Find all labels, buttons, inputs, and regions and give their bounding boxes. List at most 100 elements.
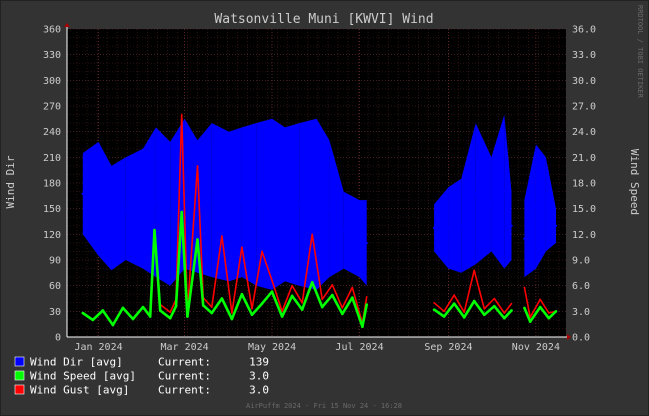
wind-gust-point xyxy=(211,306,213,308)
wind-gust-point xyxy=(241,246,243,248)
wind-dir-point xyxy=(534,205,538,208)
wind-dir-point xyxy=(474,192,477,195)
wind-dir-point xyxy=(255,203,258,206)
wind-speed-point xyxy=(101,309,105,312)
wind-gust-point xyxy=(331,284,334,286)
wind-speed-point xyxy=(91,318,95,322)
wind-speed-point xyxy=(528,320,532,323)
wind-dir-point xyxy=(460,224,463,227)
wind-speed-point xyxy=(503,316,506,320)
y2-tick-label: 15.0 xyxy=(572,204,596,215)
wind-speed-point xyxy=(186,315,189,318)
wind-speed-point xyxy=(432,308,436,311)
wind-gust-point xyxy=(169,311,172,313)
wind-speed-point xyxy=(174,304,178,308)
legend-swatch xyxy=(14,370,25,381)
wind-gust-point xyxy=(180,113,183,116)
y-tick-label: 60 xyxy=(49,281,61,292)
wind-gust-point xyxy=(351,286,354,289)
wind-dir-point xyxy=(298,203,301,206)
wind-gust-point xyxy=(271,279,273,282)
wind-dir-point xyxy=(510,224,513,227)
wind-speed-point xyxy=(111,323,115,327)
wind-gust-point xyxy=(261,250,263,253)
wind-speed-point xyxy=(168,316,172,320)
wind-gust-point xyxy=(483,307,486,310)
wind-speed-point xyxy=(196,238,199,241)
legend-label: Wind Speed [avg] xyxy=(30,370,136,383)
y2-tick-label: 0.0 xyxy=(572,333,590,344)
wind-gust-point xyxy=(510,302,513,305)
wind-dir-point xyxy=(544,203,548,206)
wind-dir-point xyxy=(554,224,558,227)
legend-label: Wind Dir [avg] xyxy=(30,356,123,369)
wind-speed-point xyxy=(153,228,156,232)
wind-dir-band-segment xyxy=(272,118,285,290)
wind-dir-point xyxy=(110,216,113,220)
wind-dir-point xyxy=(169,212,172,215)
wind-speed-point xyxy=(260,302,264,305)
wind-speed-point xyxy=(230,317,234,321)
legend-swatch xyxy=(14,384,25,395)
y-tick-label: 90 xyxy=(49,256,61,267)
y2-tick-label: 18.0 xyxy=(572,179,596,190)
rrdtool-watermark: RRDTOOL / TOBI OETIKER xyxy=(636,5,644,99)
wind-speed-point xyxy=(180,210,184,214)
wind-gust-point xyxy=(341,307,344,309)
wind-dir-point xyxy=(196,205,199,208)
wind-speed-point xyxy=(290,294,294,298)
wind-speed-point xyxy=(141,305,145,309)
y-tick-label: 270 xyxy=(43,102,61,113)
wind-dir-point xyxy=(447,226,450,230)
legend-current-value: 3.0 xyxy=(249,384,269,397)
wind-speed-point xyxy=(482,313,486,317)
legend-current-label: Current: xyxy=(158,370,211,383)
wind-gust-point xyxy=(547,312,550,314)
wind-speed-point xyxy=(300,308,304,311)
wind-dir-point xyxy=(523,237,526,240)
wind-dir-point xyxy=(283,203,287,206)
y2-tick-label: 6.0 xyxy=(572,281,590,292)
wind-gust-point xyxy=(301,301,303,304)
wind-speed-point xyxy=(538,305,542,309)
wind-gust-point xyxy=(523,286,526,289)
wind-gust-point xyxy=(453,294,455,296)
wind-gust-point xyxy=(321,298,324,301)
y-tick-label: 330 xyxy=(43,50,61,61)
y2-axis-label: Wind Speed xyxy=(628,149,641,215)
wind-speed-point xyxy=(510,309,513,312)
y-tick-label: 210 xyxy=(43,153,61,164)
wind-speed-point xyxy=(365,303,368,306)
wind-speed-point xyxy=(240,292,244,296)
wind-speed-point xyxy=(210,311,214,315)
wind-speed-point xyxy=(220,297,224,300)
y2-tick-label: 3.0 xyxy=(572,307,590,318)
y-tick-label: 300 xyxy=(43,76,61,87)
wind-dir-band-segment xyxy=(316,118,330,290)
wind-dir-band-segment xyxy=(256,118,272,290)
wind-gust-point xyxy=(196,165,199,167)
legend-swatch xyxy=(14,356,25,367)
y2-tick-label: 30.0 xyxy=(572,76,596,87)
wind-gust-point xyxy=(503,312,506,314)
wind-dir-band-segment xyxy=(343,191,360,278)
wind-gust-point xyxy=(365,295,368,298)
wind-speed-point xyxy=(351,296,354,299)
x-tick-label: Jan 2024 xyxy=(74,342,122,353)
wind-gust-point xyxy=(433,301,435,304)
x-tick-label: Nov 2024 xyxy=(512,342,560,353)
wind-dir-point xyxy=(227,205,231,208)
wind-chart: 0 30 60 90 120 150 180 210 240 270 300 330 360 0.0 3.… xyxy=(0,0,649,416)
y-tick-label: 120 xyxy=(43,230,61,241)
wind-gust-point xyxy=(473,269,476,272)
y-tick-label: 360 xyxy=(43,25,61,36)
wind-speed-point xyxy=(270,290,274,293)
x-tick-label: Mar 2024 xyxy=(160,342,208,353)
x-tick-label: May 2024 xyxy=(248,342,296,353)
legend-label: Wind Gust [avg] xyxy=(30,384,129,397)
wind-dir-point xyxy=(97,197,100,201)
wind-gust-point xyxy=(291,284,293,287)
wind-speed-point xyxy=(310,280,314,284)
wind-speed-point xyxy=(442,315,446,318)
wind-speed-point xyxy=(462,316,466,319)
